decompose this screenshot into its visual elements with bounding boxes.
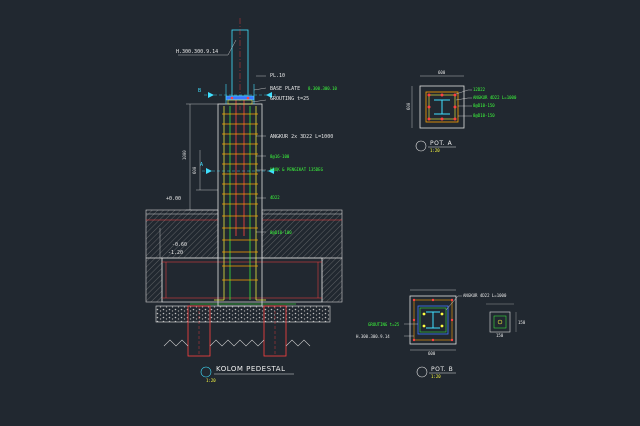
pot-a-angkur: ANGKUR 4D22 L=1000	[473, 95, 517, 100]
pot-b-bubble	[416, 366, 428, 378]
label-stirrup-note: HOOK & PENGIKAT 135DEG	[270, 167, 324, 172]
pot-b-section: 600 ANGKUR 4D22 L=1000 GROUTING t=25 H.3…	[356, 289, 526, 379]
main-title: KOLOM PEDESTAL	[216, 365, 285, 373]
label-tie-b: 8@D10-100	[270, 230, 292, 235]
base-plate	[225, 95, 255, 101]
pot-a-dim-side: 600	[406, 102, 411, 110]
section-mark-a: A	[200, 162, 203, 168]
pot-a-tie-2: 8@D10-150	[473, 113, 495, 118]
label-base-plate: BASE PLATE	[270, 86, 300, 92]
pot-b-scale: 1:20	[431, 374, 441, 379]
label-grouting: GROUTING t=25	[270, 96, 309, 102]
anchor-detail	[489, 311, 511, 333]
pot-b-profile: H.300.300.9.14	[356, 334, 390, 339]
label-pl: PL.10	[270, 73, 285, 79]
pot-b-angkur: ANGKUR 4D22 L=1000	[463, 293, 507, 298]
label-base-plate-dim: 8.300.300.10	[308, 86, 337, 91]
level-bottom: -1.20	[168, 250, 183, 256]
anchor-dim-1: 150	[496, 333, 504, 338]
pot-a-tie-1: 8@D10-150	[473, 103, 495, 108]
dim-side: 600	[192, 166, 197, 174]
section-mark-b: B	[198, 88, 201, 94]
anchor-dim-2: 150	[518, 320, 526, 325]
pot-a-section: 600 600 12D22 ANGKUR 4D22 L=1000 8@D10-1…	[406, 70, 517, 153]
pot-a-bubble	[415, 140, 427, 152]
label-profile-h: H.300.300.9.14	[176, 49, 218, 55]
pot-b-title: POT. B	[431, 366, 453, 373]
pot-a-dim-top: 600	[438, 70, 446, 75]
title-bubble	[200, 366, 212, 378]
cad-drawing: H.300.300.9.14 PL.10 BASE PLATE 8.300.30…	[145, 18, 526, 383]
dim-vertical: 1000	[182, 150, 187, 160]
level-top: +0.00	[166, 196, 181, 202]
pot-a-scale: 1:20	[430, 148, 440, 153]
cad-drawing-canvas: H.300.300.9.14 PL.10 BASE PLATE 8.300.30…	[0, 0, 640, 426]
pot-a-bars: 12D22	[473, 87, 486, 92]
pot-b-grouting: GROUTING t=25	[368, 322, 400, 327]
pedestal-elevation: H.300.300.9.14 PL.10 BASE PLATE 8.300.30…	[145, 18, 343, 383]
pot-b-dim-bottom: 600	[428, 351, 436, 356]
gravel-base	[155, 305, 331, 323]
label-tie-a: 8@16-100	[270, 154, 290, 159]
label-main-bar: 4D22	[270, 195, 280, 200]
level-mid: -0.60	[172, 242, 187, 248]
pot-a-title: POT. A	[430, 140, 453, 147]
label-angkur: ANGKUR 2x 3D22 L=1000	[270, 134, 333, 140]
main-scale: 1:20	[206, 378, 216, 383]
